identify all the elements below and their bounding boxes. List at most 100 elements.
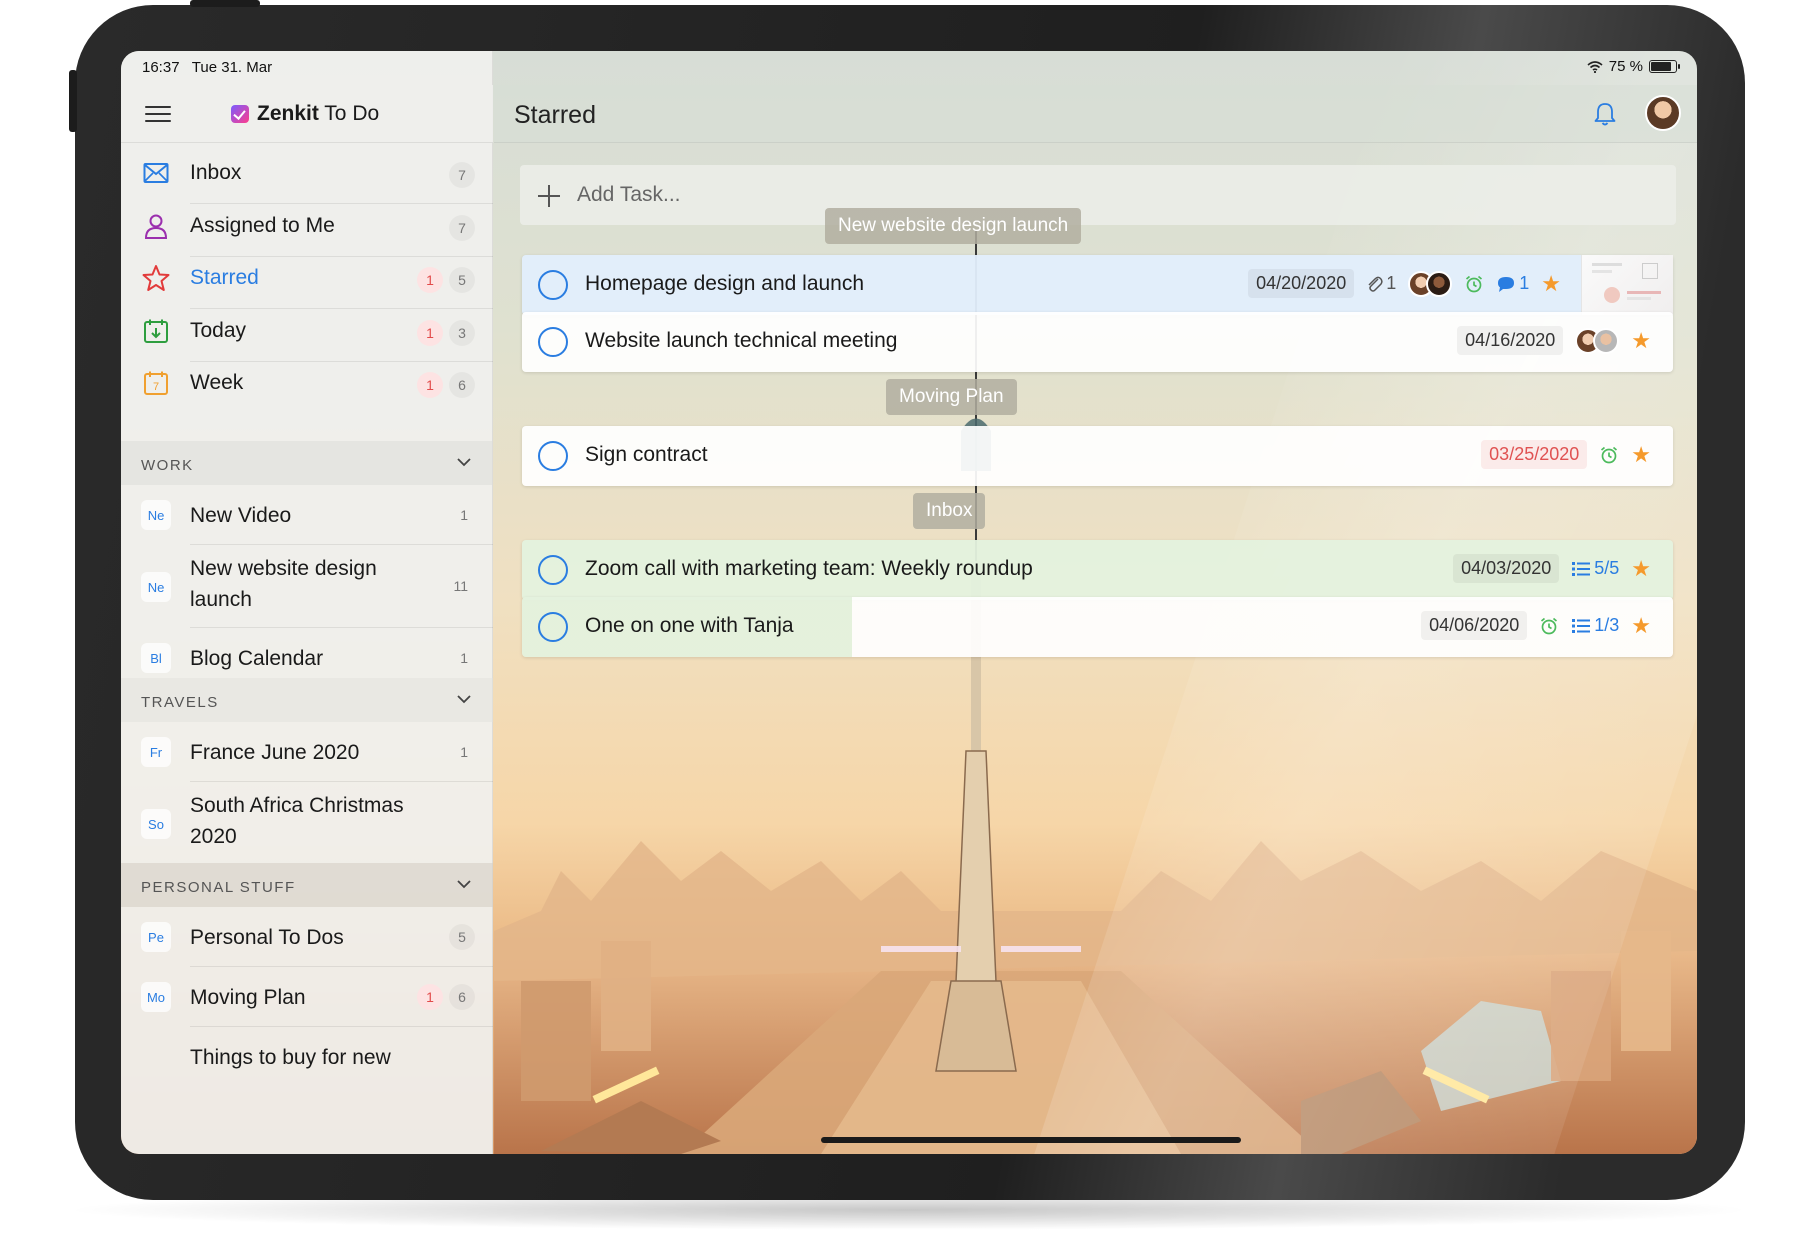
task-meta: 04/20/2020 1 1 ★ (1248, 269, 1561, 298)
list-label: Moving Plan (190, 986, 306, 1009)
main-header: Starred (494, 85, 1697, 143)
hamburger-menu-icon[interactable] (145, 104, 171, 124)
checklist-icon (1572, 618, 1591, 633)
sidebar-item-label: Assigned to Me (190, 214, 335, 237)
list-label: France June 2020 (190, 741, 360, 764)
due-date: 04/03/2020 (1453, 554, 1560, 583)
section-header-travels[interactable]: TRAVELS (121, 678, 493, 722)
status-bar: 16:37 Tue 31. Mar 75 % (121, 51, 1697, 85)
section-header-work[interactable]: WORK (121, 441, 493, 485)
app-title: Zenkit To Do (231, 102, 379, 126)
star-icon[interactable]: ★ (1631, 557, 1651, 580)
add-task-input[interactable]: Add Task... (520, 165, 1676, 225)
list-count: 6 (449, 984, 475, 1010)
task-row[interactable]: Sign contract 03/25/2020 ★ (522, 426, 1673, 486)
list-count: 1 (460, 507, 468, 523)
sidebar-item-label: Week (190, 371, 244, 394)
svg-text:7: 7 (153, 381, 159, 393)
sidebar-item-label: Inbox (190, 161, 242, 184)
battery-icon (1649, 60, 1680, 73)
status-indicators: 75 % (1587, 58, 1680, 75)
chevron-down-icon[interactable] (457, 692, 471, 706)
assignee-avatars (1408, 270, 1453, 297)
alarm-icon (1601, 446, 1618, 463)
list-count: 11 (453, 578, 468, 594)
chevron-down-icon[interactable] (457, 877, 471, 891)
list-item-things-to-buy[interactable]: Things to buy for new (121, 1027, 493, 1087)
list-item-south-africa-christmas-2020[interactable]: So South Africa Christmas 2020 (121, 782, 493, 865)
sidebar-item-starred[interactable]: Starred 1 5 (121, 248, 493, 309)
bell-icon[interactable] (1593, 101, 1617, 127)
comment-icon (1498, 276, 1515, 292)
avatar (1593, 327, 1620, 354)
checklist-progress: 5/5 (1571, 558, 1619, 579)
star-icon[interactable]: ★ (1631, 329, 1651, 352)
list-label: Blog Calendar (190, 647, 324, 670)
section-title: WORK (141, 457, 194, 474)
app-name: To Do (318, 102, 380, 125)
overdue-count: 1 (417, 372, 443, 398)
star-icon[interactable]: ★ (1631, 443, 1651, 466)
task-checkbox[interactable] (538, 441, 568, 471)
star-icon[interactable]: ★ (1541, 272, 1561, 295)
list-label: Personal To Dos (190, 926, 344, 949)
task-meta: 03/25/2020 ★ (1481, 440, 1651, 469)
group-label-moving-plan: Moving Plan (886, 379, 1017, 415)
chevron-down-icon[interactable] (457, 455, 471, 469)
list-count: 1 (460, 650, 468, 666)
task-checkbox[interactable] (538, 327, 568, 357)
alarm-icon (1541, 617, 1558, 634)
screen: Zenkit To Do Inbox 7 Assigned to Me 7 St… (121, 51, 1697, 1154)
list-label: New website design launch (190, 557, 377, 611)
task-checkbox[interactable] (538, 555, 568, 585)
list-item-personal-to-dos[interactable]: Pe Personal To Dos 5 (121, 907, 493, 967)
assignee-avatars (1575, 327, 1620, 354)
list-item-new-video[interactable]: Ne New Video 1 (121, 485, 493, 545)
sidebar-item-week[interactable]: 7 Week 1 6 (121, 353, 493, 414)
top-button (190, 0, 260, 7)
overdue-count: 1 (417, 984, 443, 1010)
list-label: South Africa Christmas 2020 (190, 794, 404, 848)
section-header-personal-stuff[interactable]: PERSONAL STUFF (121, 863, 493, 907)
sidebar: Zenkit To Do Inbox 7 Assigned to Me 7 St… (121, 51, 493, 1154)
task-meta: 04/16/2020 ★ (1457, 326, 1651, 355)
task-checkbox[interactable] (538, 612, 568, 642)
calendar-week-icon: 7 (141, 368, 171, 398)
task-title: One on one with Tanja (585, 614, 794, 637)
list-item-moving-plan[interactable]: Mo Moving Plan 1 6 (121, 967, 493, 1027)
list-abbr: Mo (141, 982, 171, 1012)
task-row[interactable]: One on one with Tanja 04/06/2020 1/3 ★ (522, 597, 1673, 657)
paperclip-icon (1368, 276, 1383, 292)
home-indicator[interactable] (821, 1137, 1241, 1143)
list-abbr: So (141, 809, 171, 839)
overdue-count: 1 (417, 267, 443, 293)
sidebar-item-inbox[interactable]: Inbox 7 (121, 143, 493, 204)
task-row[interactable]: Zoom call with marketing team: Weekly ro… (522, 540, 1673, 600)
section-title: TRAVELS (141, 694, 219, 711)
wifi-icon (1587, 60, 1603, 73)
status-time-date: 16:37 Tue 31. Mar (142, 59, 272, 76)
list-item-new-website-design-launch[interactable]: Ne New website design launch 11 (121, 545, 493, 628)
status-time: 16:37 (142, 59, 180, 76)
task-row[interactable]: Homepage design and launch 04/20/2020 1 … (522, 255, 1673, 315)
task-row[interactable]: Website launch technical meeting 04/16/2… (522, 312, 1673, 372)
list-item-france-june-2020[interactable]: Fr France June 2020 1 (121, 722, 493, 782)
sidebar-header: Zenkit To Do (121, 85, 493, 143)
envelope-icon (141, 158, 171, 188)
calendar-today-icon (141, 316, 171, 346)
list-count: 1 (460, 744, 468, 760)
list-abbr: Bl (141, 643, 171, 673)
task-title: Website launch technical meeting (585, 329, 898, 352)
add-task-placeholder: Add Task... (577, 183, 681, 206)
section-title: PERSONAL STUFF (141, 879, 296, 896)
avatar (1426, 270, 1453, 297)
star-icon[interactable]: ★ (1631, 614, 1651, 637)
avatar[interactable] (1645, 95, 1681, 131)
task-checkbox[interactable] (538, 270, 568, 300)
plus-icon[interactable] (538, 185, 560, 207)
attachment-thumbnail[interactable] (1581, 255, 1673, 315)
task-title: Zoom call with marketing team: Weekly ro… (585, 557, 1033, 580)
page-title: Starred (514, 101, 596, 129)
person-icon (141, 211, 171, 241)
zenkit-logo-icon (231, 105, 249, 123)
